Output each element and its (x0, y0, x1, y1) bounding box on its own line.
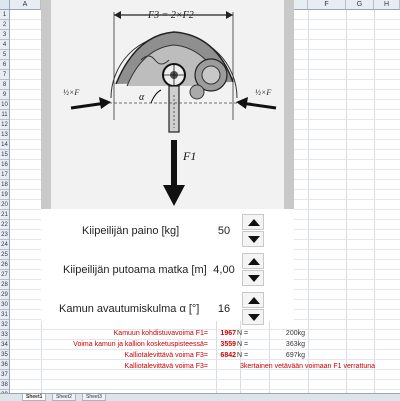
cam-angle-spinner[interactable] (242, 292, 264, 326)
spreadsheet: A B C D E F G H 123456789101112131415161… (0, 0, 400, 401)
row-header[interactable]: 25 (0, 250, 10, 260)
row-header[interactable]: 37 (0, 370, 10, 380)
row-header[interactable]: 31 (0, 310, 10, 320)
row-header[interactable]: 2 (0, 20, 10, 30)
row-header[interactable]: 29 (0, 290, 10, 300)
result-label-f3-ratio: Kalliotalevittävä voima F3= (124, 363, 208, 370)
row-header[interactable]: 35 (0, 350, 10, 360)
row-header[interactable]: 6 (0, 60, 10, 70)
force-f1-label: F1 (182, 149, 196, 163)
row-header[interactable]: 1 (0, 10, 10, 20)
row-header[interactable]: 10 (0, 100, 10, 110)
arrow-down-icon (248, 314, 260, 321)
force-f3-label: F3 = 2×F2 (147, 10, 194, 21)
weight-decrease-button[interactable] (242, 231, 264, 247)
result-value-f3: 6842 (220, 352, 236, 359)
result-unit-contact-force: N = (237, 341, 249, 348)
input-label-weight: Kiipeilijän paino [kg] (82, 225, 180, 237)
fall-distance-decrease-button[interactable] (242, 270, 264, 286)
row-header[interactable]: 4 (0, 40, 10, 50)
cam-diagram-image: F3 = 2×F2 α ½×F ½×F F1 (41, 0, 294, 209)
row-header[interactable]: 15 (0, 150, 10, 160)
arrow-up-icon (248, 219, 260, 226)
weight-spinner[interactable] (242, 214, 264, 248)
row-header[interactable]: 38 (0, 380, 10, 390)
row-header[interactable]: 30 (0, 300, 10, 310)
row-header[interactable]: 26 (0, 260, 10, 270)
row-header[interactable]: 8 (0, 80, 10, 90)
row-header[interactable]: 9 (0, 90, 10, 100)
row-header[interactable]: 28 (0, 280, 10, 290)
row-header[interactable]: 17 (0, 170, 10, 180)
input-label-cam-angle: Kamun avautumiskulma α [°] (59, 303, 200, 315)
column-header-h[interactable]: H (374, 0, 400, 10)
row-header[interactable]: 21 (0, 210, 10, 220)
row-header[interactable]: 19 (0, 190, 10, 200)
cam-angle-increase-button[interactable] (242, 292, 264, 308)
input-value-fall-distance[interactable]: 4,00 (209, 264, 239, 276)
row-header[interactable]: 24 (0, 240, 10, 250)
row-header[interactable]: 22 (0, 220, 10, 230)
result-kg-contact-force: 363kg (285, 341, 305, 348)
cam-angle-decrease-button[interactable] (242, 309, 264, 325)
row-header[interactable]: 5 (0, 50, 10, 60)
result-kg-f3: 697kg (285, 352, 305, 359)
column-header-a[interactable]: A (10, 0, 41, 10)
row-header[interactable]: 13 (0, 130, 10, 140)
column-header-g[interactable]: G (346, 0, 374, 10)
row-header[interactable]: 16 (0, 160, 10, 170)
result-label-contact-force: Voima kamun ja kallion kosketuspisteessä… (73, 341, 208, 348)
input-panel: Kiipeilijän paino [kg] 50 Kiipeilijän pu… (41, 209, 294, 325)
input-label-fall-distance: Kiipeilijän putoama matka [m] (63, 264, 207, 276)
arrow-up-icon (248, 297, 260, 304)
input-value-cam-angle[interactable]: 16 (209, 303, 239, 315)
row-header[interactable]: 7 (0, 70, 10, 80)
row-header[interactable]: 12 (0, 120, 10, 130)
result-f3-ratio-text: 3kertainen vetävään voimaan F1 verrattun… (240, 363, 376, 370)
row-header[interactable]: 32 (0, 320, 10, 330)
row-header[interactable]: 23 (0, 230, 10, 240)
row-header[interactable]: 27 (0, 270, 10, 280)
arrow-up-icon (248, 258, 260, 265)
row-header[interactable]: 34 (0, 340, 10, 350)
fall-distance-increase-button[interactable] (242, 253, 264, 269)
row-header[interactable]: 14 (0, 140, 10, 150)
fall-distance-spinner[interactable] (242, 253, 264, 287)
result-unit-f3: N = (237, 352, 249, 359)
column-header-f[interactable]: F (308, 0, 346, 10)
result-value-contact-force: 3559 (220, 341, 236, 348)
row-header[interactable]: 20 (0, 200, 10, 210)
arrow-down-icon (248, 236, 260, 243)
result-kg-f1: 200kg (285, 330, 305, 337)
input-value-weight[interactable]: 50 (209, 225, 239, 237)
result-label-f1: Kamuun kohdistuvavoima F1= (113, 330, 208, 337)
cam-diagram-svg: F3 = 2×F2 α ½×F ½×F F1 (41, 0, 294, 209)
select-all-corner[interactable] (0, 0, 10, 10)
weight-increase-button[interactable] (242, 214, 264, 230)
right-force-label: ½×F (255, 88, 271, 97)
row-header[interactable]: 11 (0, 110, 10, 120)
arrow-down-icon (248, 275, 260, 282)
result-unit-f1: N = (237, 330, 249, 337)
row-header[interactable]: 18 (0, 180, 10, 190)
row-header[interactable]: 33 (0, 330, 10, 340)
row-header[interactable]: 3 (0, 30, 10, 40)
alpha-label: α (139, 92, 145, 103)
result-value-f1: 1967 (220, 330, 236, 337)
left-force-label: ½×F (63, 88, 79, 97)
result-label-f3: Kalliotalevittävä voima F3= (124, 352, 208, 359)
row-header[interactable]: 36 (0, 360, 10, 370)
